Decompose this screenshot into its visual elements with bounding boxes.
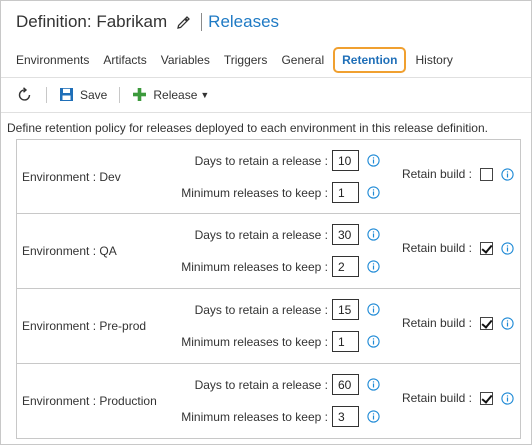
min-releases-input[interactable] [332,256,359,277]
days-to-retain-row: Days to retain a release : [195,224,380,245]
days-to-retain-label: Days to retain a release : [194,153,328,168]
toolbar-divider-line [1,112,531,113]
retain-build-checkbox[interactable] [480,391,493,405]
retain-build-label: Retain build : [401,241,472,255]
retain-build-row: Retain build : [402,316,514,330]
days-to-retain-label: Days to retain a release : [194,227,328,242]
environment-row-pre-prod: Environment : Pre-prod Days to retain a … [16,289,521,364]
releases-link[interactable]: Releases [208,12,279,32]
days-to-retain-input[interactable] [332,150,359,171]
environment-row-dev: Environment : Dev Days to retain a relea… [16,139,521,214]
min-releases-row: Minimum releases to keep : [181,406,380,427]
environment-row-qa: Environment : QA Days to retain a releas… [16,214,521,289]
add-icon [133,88,147,101]
min-releases-label: Minimum releases to keep : [181,409,328,424]
release-dropdown-button[interactable]: Release ▼ [132,87,209,102]
environment-label: Environment : QA [22,244,117,258]
min-releases-label: Minimum releases to keep : [181,259,328,274]
edit-pencil-icon[interactable] [175,15,191,31]
info-icon[interactable] [501,167,514,181]
days-to-retain-row: Days to retain a release : [195,299,380,320]
page-header: Definition: Fabrikam Releases [16,10,279,34]
min-releases-row: Minimum releases to keep : [181,331,380,352]
days-to-retain-label: Days to retain a release : [194,302,328,317]
info-icon[interactable] [367,303,380,316]
tab-triggers[interactable]: Triggers [217,53,275,67]
tabs-divider [1,77,531,78]
info-icon[interactable] [367,186,380,199]
min-releases-input[interactable] [332,182,359,203]
toolbar-divider [46,86,47,103]
retain-build-row: Retain build : [402,391,514,405]
retain-build-label: Retain build : [401,316,472,330]
retain-build-checkbox[interactable] [480,167,493,181]
release-definition-panel: Definition: Fabrikam Releases Environmen… [0,0,532,445]
info-icon[interactable] [501,391,514,405]
min-releases-label: Minimum releases to keep : [181,334,328,349]
retain-build-row: Retain build : [402,241,514,255]
tab-environments[interactable]: Environments [1,53,96,67]
info-icon[interactable] [501,241,514,255]
days-to-retain-label: Days to retain a release : [194,377,328,392]
retain-build-label: Retain build : [401,391,472,405]
save-icon [60,88,73,101]
info-icon[interactable] [367,228,380,241]
save-label: Save [80,87,108,102]
info-icon[interactable] [367,154,380,167]
tab-bar: Environments Artifacts Variables Trigger… [1,45,531,75]
tab-variables[interactable]: Variables [154,53,217,67]
min-releases-row: Minimum releases to keep : [181,256,380,277]
min-releases-label: Minimum releases to keep : [181,185,328,200]
days-to-retain-input[interactable] [332,224,359,245]
environment-label: Environment : Pre-prod [22,319,147,333]
min-releases-input[interactable] [332,406,359,427]
min-releases-input[interactable] [332,331,359,352]
info-icon[interactable] [501,316,514,330]
days-to-retain-row: Days to retain a release : [195,374,380,395]
toolbar: Save Release ▼ [1,81,531,108]
definition-title: Definition: Fabrikam [16,12,168,31]
info-icon[interactable] [367,378,380,391]
toolbar-divider-2 [119,86,121,103]
tab-artifacts[interactable]: Artifacts [96,53,153,67]
days-to-retain-input[interactable] [332,299,359,320]
min-releases-row: Minimum releases to keep : [181,182,380,203]
environment-label: Environment : Production [22,394,157,408]
environment-list: Environment : Dev Days to retain a relea… [16,139,521,439]
retain-build-checkbox[interactable] [480,241,493,255]
info-icon[interactable] [367,335,380,348]
tab-retention[interactable]: Retention [333,47,407,73]
retain-build-row: Retain build : [402,167,514,181]
release-label: Release [153,87,198,102]
header-divider [201,13,203,31]
info-icon[interactable] [367,260,380,273]
retain-build-label: Retain build : [401,167,472,181]
caret-down-icon: ▼ [200,89,210,100]
save-button[interactable]: Save [59,87,107,102]
days-to-retain-row: Days to retain a release : [195,150,380,171]
tab-history[interactable]: History [408,53,459,67]
retain-build-checkbox[interactable] [480,316,493,330]
days-to-retain-input[interactable] [332,374,359,395]
info-icon[interactable] [367,410,380,423]
environment-row-production: Environment : Production Days to retain … [16,364,521,439]
retention-description: Define retention policy for releases dep… [7,121,488,135]
refresh-icon[interactable] [16,86,34,104]
environment-label: Environment : Dev [22,170,121,184]
tab-general[interactable]: General [274,53,331,67]
